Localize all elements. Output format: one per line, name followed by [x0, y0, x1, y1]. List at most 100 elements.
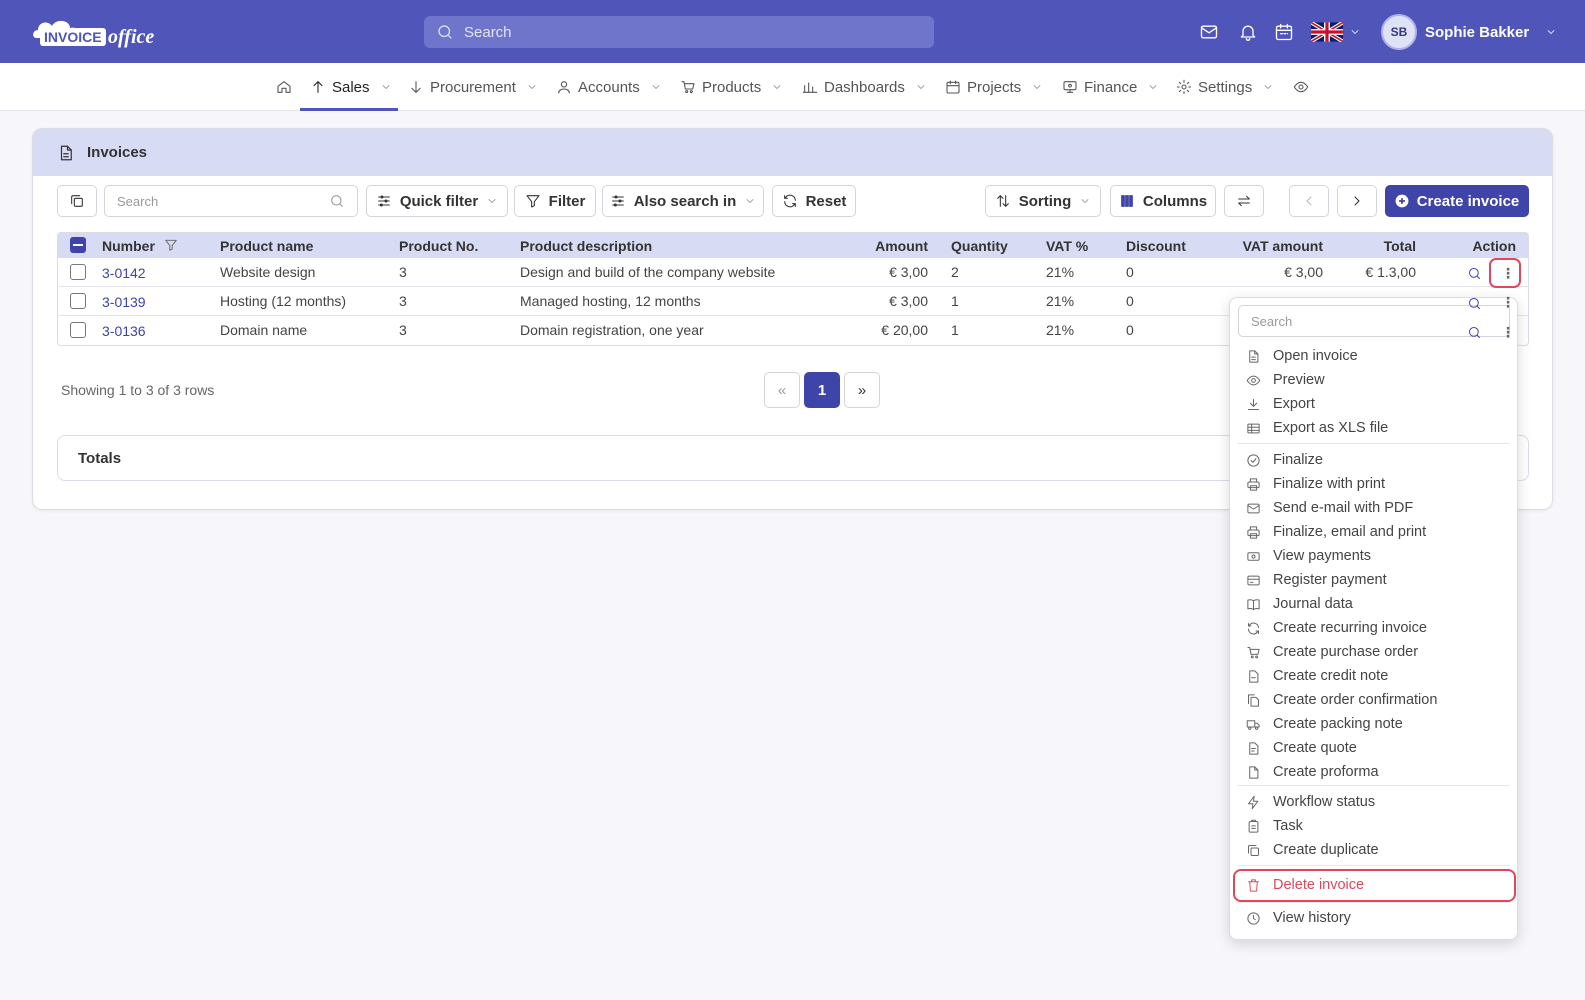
col-vat-pct[interactable]: VAT % — [1046, 238, 1088, 254]
menu-item-label: Create order confirmation — [1273, 692, 1438, 708]
menu-create-credit-note[interactable]: Create credit note — [1246, 665, 1388, 687]
menu-item-label: Finalize — [1273, 452, 1323, 468]
menu-open-invoice[interactable]: Open invoice — [1246, 345, 1358, 367]
menu-finalize-print[interactable]: Finalize with print — [1246, 473, 1385, 495]
menu-item-label: Create proforma — [1273, 764, 1379, 780]
swap-button[interactable] — [1224, 185, 1264, 217]
menu-item-label: View history — [1273, 910, 1351, 926]
menu-export-xls[interactable]: Export as XLS file — [1246, 417, 1388, 439]
col-product-no[interactable]: Product No. — [399, 238, 478, 254]
nav-dashboards[interactable]: Dashboards — [802, 63, 927, 111]
invoice-number-link[interactable]: 3-0142 — [102, 265, 146, 281]
menu-finalize-email-print[interactable]: Finalize, email and print — [1246, 521, 1426, 543]
menu-view-payments[interactable]: View payments — [1246, 545, 1371, 567]
mail-icon[interactable] — [1199, 22, 1219, 42]
global-search-input[interactable]: Search — [424, 16, 934, 48]
col-vat-amount[interactable]: VAT amount — [1218, 238, 1323, 254]
cell-product-name: Hosting (12 months) — [220, 293, 347, 309]
menu-preview[interactable]: Preview — [1246, 369, 1325, 391]
quote-icon — [1249, 741, 1259, 755]
filter-icon[interactable] — [164, 238, 178, 252]
create-invoice-button[interactable]: Create invoice — [1385, 185, 1529, 217]
row-more-icon[interactable]: ⋮ — [1501, 325, 1515, 341]
columns-button[interactable]: Columns — [1110, 185, 1216, 217]
pagination-page-1[interactable]: 1 — [804, 372, 840, 408]
check-circle-icon — [1247, 453, 1260, 467]
col-product-name[interactable]: Product name — [220, 238, 313, 254]
quick-filter-button[interactable]: Quick filter — [366, 185, 508, 217]
col-total[interactable]: Total — [1348, 238, 1416, 254]
col-product-description[interactable]: Product description — [520, 238, 652, 254]
row-view-icon[interactable] — [1467, 296, 1483, 312]
menu-create-recurring[interactable]: Create recurring invoice — [1246, 617, 1427, 639]
file-icon — [1249, 765, 1259, 779]
nav-finance[interactable]: Finance — [1062, 63, 1159, 111]
menu-send-email-pdf[interactable]: Send e-mail with PDF — [1246, 497, 1413, 519]
row-checkbox[interactable] — [70, 264, 86, 280]
chevron-down-icon — [652, 85, 660, 89]
nav-settings[interactable]: Settings — [1176, 63, 1274, 111]
columns-label: Columns — [1142, 192, 1208, 210]
menu-delete-invoice[interactable]: Delete invoice — [1246, 874, 1364, 896]
col-quantity[interactable]: Quantity — [951, 238, 1008, 254]
also-search-in-button[interactable]: Also search in — [602, 185, 764, 217]
nav-procurement[interactable]: Procurement — [408, 63, 538, 111]
nav-eye[interactable] — [1293, 63, 1309, 111]
menu-item-label: Preview — [1273, 372, 1325, 388]
menu-create-purchase-order[interactable]: Create purchase order — [1246, 641, 1418, 663]
calendar-icon[interactable] — [1274, 22, 1294, 42]
cell-amount: € 20,00 — [881, 322, 928, 338]
menu-register-payment[interactable]: Register payment — [1246, 569, 1387, 591]
row-more-icon[interactable]: ⋮ — [1501, 295, 1515, 311]
row-checkbox[interactable] — [70, 322, 86, 338]
col-number[interactable]: Number — [102, 238, 155, 254]
table-search-input[interactable]: Search — [104, 185, 358, 217]
col-discount[interactable]: Discount — [1126, 238, 1186, 254]
menu-create-packing-note[interactable]: Create packing note — [1246, 713, 1403, 735]
nav-accounts[interactable]: Accounts — [556, 63, 662, 111]
invoice-number-link[interactable]: 3-0139 — [102, 294, 146, 310]
user-menu[interactable]: SB Sophie Bakker — [1381, 14, 1557, 50]
menu-view-history[interactable]: View history — [1246, 907, 1351, 929]
col-amount[interactable]: Amount — [848, 238, 928, 254]
table-row[interactable]: 3-0142 Website design 3 Design and build… — [58, 258, 1528, 287]
chevron-left-icon — [1306, 196, 1312, 206]
language-chevron-icon[interactable] — [1349, 26, 1361, 38]
row-view-icon[interactable] — [1467, 325, 1483, 341]
eye-icon — [1246, 375, 1261, 385]
prev-page-button[interactable] — [1289, 185, 1329, 217]
app-logo[interactable]: INVOICE office — [30, 12, 175, 52]
nav-home[interactable] — [276, 63, 292, 111]
documents-icon — [1248, 693, 1259, 707]
menu-export[interactable]: Export — [1246, 393, 1315, 415]
sorting-button[interactable]: Sorting — [985, 185, 1101, 217]
menu-journal-data[interactable]: Journal data — [1246, 593, 1353, 615]
filter-label: Filter — [548, 192, 586, 210]
bell-icon[interactable] — [1238, 22, 1258, 42]
menu-create-quote[interactable]: Create quote — [1246, 737, 1357, 759]
menu-task[interactable]: Task — [1246, 815, 1303, 837]
reset-button[interactable]: Reset — [772, 185, 856, 217]
menu-create-duplicate[interactable]: Create duplicate — [1246, 839, 1379, 861]
uk-flag-icon[interactable] — [1311, 22, 1343, 42]
menu-workflow-status[interactable]: Workflow status — [1246, 791, 1375, 813]
next-page-button[interactable] — [1337, 185, 1377, 217]
row-view-icon[interactable] — [1467, 266, 1483, 282]
menu-create-proforma[interactable]: Create proforma — [1246, 761, 1379, 783]
nav-sales[interactable]: Sales — [310, 63, 392, 111]
row-checkbox[interactable] — [70, 293, 86, 309]
menu-finalize[interactable]: Finalize — [1246, 449, 1323, 471]
pagination-prev[interactable]: « — [764, 372, 800, 408]
nav-finance-label: Finance — [1084, 78, 1138, 96]
nav-projects[interactable]: Projects — [945, 63, 1043, 111]
pagination-next[interactable]: » — [844, 372, 880, 408]
refresh-icon — [783, 194, 796, 208]
filter-button[interactable]: Filter — [514, 185, 596, 217]
menu-create-order-confirmation[interactable]: Create order confirmation — [1246, 689, 1437, 711]
nav-products[interactable]: Products — [680, 63, 783, 111]
copy-button[interactable] — [57, 185, 97, 217]
invoice-number-link[interactable]: 3-0136 — [102, 323, 146, 339]
menu-item-label: Open invoice — [1273, 348, 1358, 364]
select-all-checkbox[interactable] — [70, 237, 86, 253]
mail-icon — [1247, 503, 1260, 513]
